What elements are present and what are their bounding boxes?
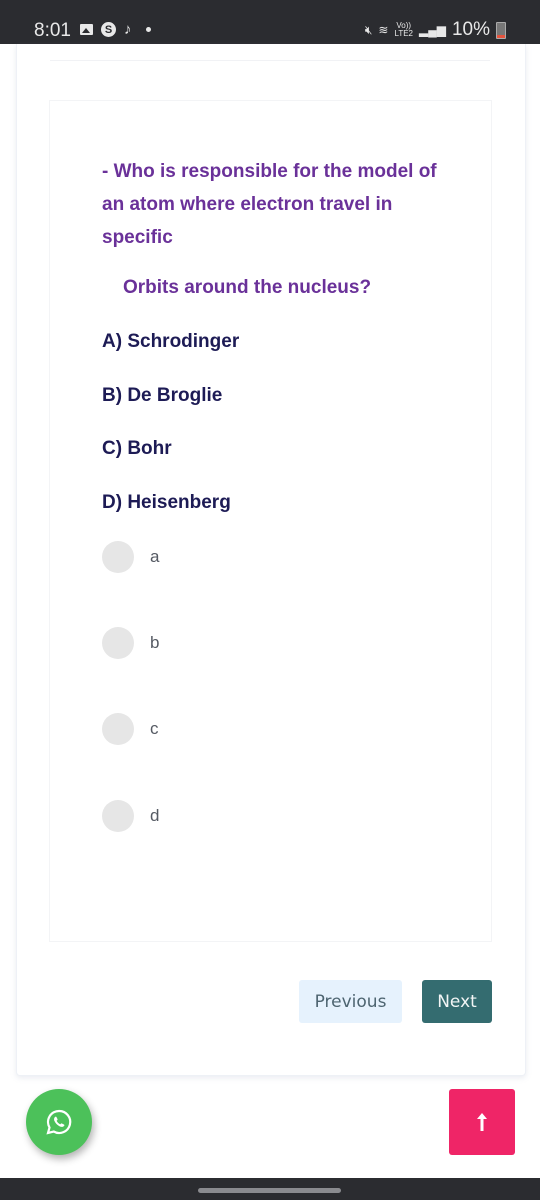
- option-a: A) Schrodinger: [102, 331, 240, 352]
- answer-label: c: [150, 719, 159, 738]
- system-icons: 🔇︎ ≋ Vo)) LTE2 ▂▄▆ 10%: [365, 19, 506, 41]
- battery-icon: [496, 21, 506, 39]
- option-d: D) Heisenberg: [102, 492, 231, 513]
- volte-bottom: LTE2: [394, 29, 413, 38]
- home-indicator[interactable]: [198, 1188, 341, 1193]
- arrow-up-icon: [477, 1113, 487, 1131]
- answer-label: a: [150, 547, 160, 566]
- divider: [50, 60, 490, 61]
- radio-button[interactable]: [102, 800, 134, 832]
- volte-icon: Vo)) LTE2: [394, 22, 413, 38]
- answer-c[interactable]: c: [102, 713, 159, 745]
- signal-icon: ▂▄▆: [419, 23, 446, 37]
- radio-button[interactable]: [102, 713, 134, 745]
- scroll-to-top-button[interactable]: [449, 1089, 515, 1155]
- s-app-icon: S: [101, 22, 116, 37]
- answer-d[interactable]: d: [102, 800, 159, 832]
- radio-button[interactable]: [102, 627, 134, 659]
- radio-button[interactable]: [102, 541, 134, 573]
- dot-icon: [145, 27, 151, 32]
- answer-label: d: [150, 806, 160, 825]
- question-text: - Who is responsible for the model of an…: [102, 161, 437, 248]
- whatsapp-button[interactable]: [26, 1089, 92, 1155]
- music-note-icon: ♪: [124, 21, 132, 38]
- notification-icons: S ♪: [80, 21, 151, 38]
- option-c: C) Bohr: [102, 438, 172, 459]
- status-bar: 8:01 S ♪ 🔇︎ ≋ Vo)) LTE2 ▂▄▆ 10%: [0, 0, 540, 44]
- whatsapp-icon: [46, 1109, 72, 1135]
- next-button[interactable]: Next: [422, 980, 492, 1023]
- answer-label: b: [150, 633, 160, 652]
- gallery-icon: [80, 24, 93, 35]
- question-continuation: Orbits around the nucleus?: [123, 277, 372, 298]
- status-time: 8:01: [34, 20, 71, 41]
- answer-b[interactable]: b: [102, 627, 159, 659]
- wifi-icon: ≋: [378, 23, 389, 37]
- battery-percent: 10%: [451, 19, 490, 40]
- previous-button[interactable]: Previous: [299, 980, 402, 1023]
- mute-icon: 🔇︎: [364, 23, 373, 37]
- option-b: B) De Broglie: [102, 385, 223, 406]
- answer-a[interactable]: a: [102, 541, 159, 573]
